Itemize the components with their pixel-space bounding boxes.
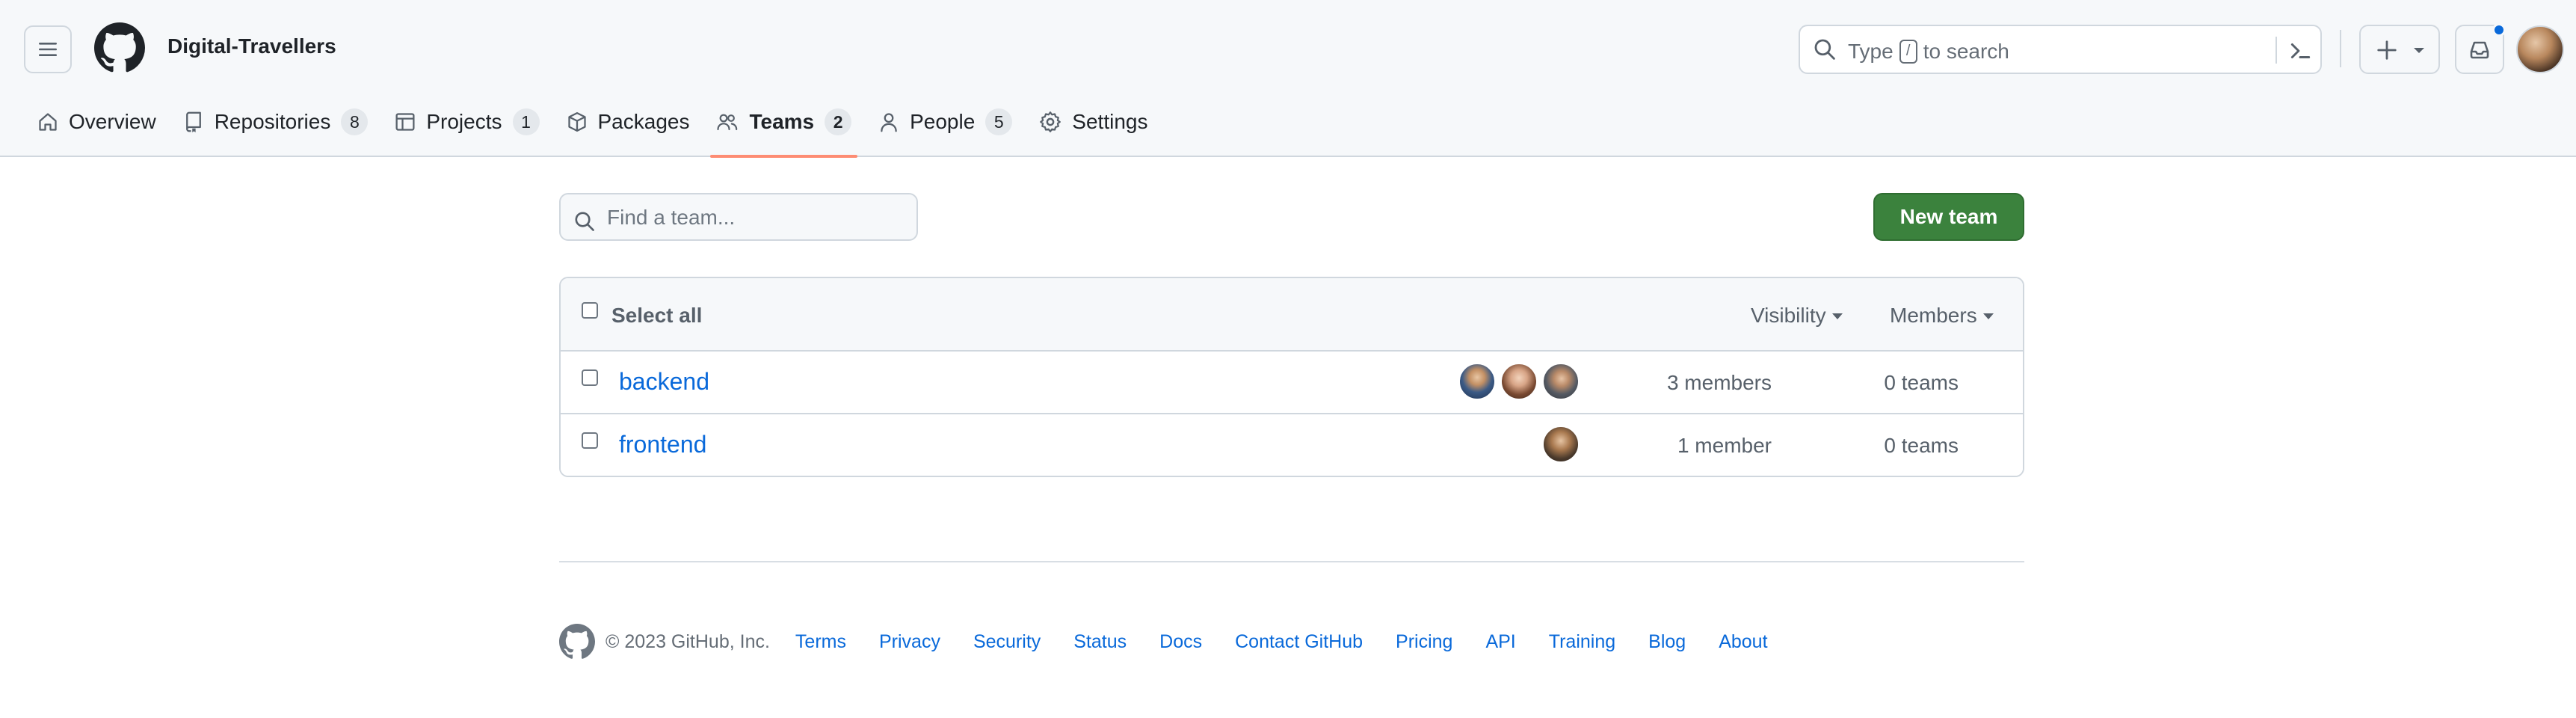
tab-label: People — [910, 110, 976, 133]
github-logo-icon[interactable] — [94, 22, 145, 73]
footer-link-security[interactable]: Security — [973, 631, 1041, 653]
footer: © 2023 GitHub, Inc. Terms Privacy Securi… — [559, 622, 1801, 661]
tab-label: Overview — [69, 110, 156, 133]
people-icon — [717, 114, 738, 131]
people-count-badge: 5 — [985, 108, 1013, 135]
chevron-down-icon — [1982, 313, 1994, 319]
tab-packages[interactable]: Packages — [556, 99, 700, 145]
find-team-input[interactable] — [607, 205, 906, 230]
footer-link-terms[interactable]: Terms — [795, 631, 846, 653]
footer-link-api[interactable]: API — [1485, 631, 1515, 653]
search-input[interactable]: Type / to search — [1799, 25, 2322, 74]
search-divider — [2275, 37, 2277, 64]
header-divider — [2340, 30, 2341, 67]
footer-link-training[interactable]: Training — [1549, 631, 1615, 653]
projects-count-badge: 1 — [512, 108, 540, 135]
row-checkbox[interactable] — [582, 432, 598, 449]
tab-label: Settings — [1072, 110, 1148, 133]
search-icon — [575, 212, 594, 231]
find-team-field[interactable] — [559, 193, 918, 241]
child-teams-count[interactable]: 0 teams — [1884, 434, 1959, 458]
repo-icon — [185, 111, 201, 132]
tab-settings[interactable]: Settings — [1029, 99, 1158, 145]
tab-repositories[interactable]: Repositories 8 — [173, 99, 379, 145]
table-row: backend 3 members 0 teams — [561, 352, 2023, 414]
footer-link-status[interactable]: Status — [1073, 631, 1127, 653]
visibility-filter[interactable]: Visibility — [1751, 304, 1843, 328]
plus-icon — [2377, 40, 2397, 60]
chevron-down-icon — [2414, 48, 2424, 53]
user-avatar[interactable] — [2516, 25, 2564, 73]
member-avatars — [1455, 362, 1580, 401]
gear-icon — [1040, 111, 1061, 132]
tab-overview[interactable]: Overview — [27, 99, 167, 145]
avatar[interactable] — [1458, 362, 1497, 401]
footer-link-pricing[interactable]: Pricing — [1396, 631, 1452, 653]
search-prefix: Type — [1848, 40, 1894, 63]
member-avatars — [1538, 425, 1580, 464]
search-icon — [1814, 39, 1835, 60]
tab-teams[interactable]: Teams 2 — [706, 99, 862, 158]
members-filter[interactable]: Members — [1890, 304, 1994, 328]
create-new-button[interactable] — [2359, 25, 2440, 74]
teams-table-header: Select all Visibility Members — [561, 278, 2023, 352]
org-nav-tabs: Overview Repositories 8 Projects 1 Packa… — [27, 99, 1164, 158]
select-all-checkbox[interactable] — [582, 302, 598, 319]
open-global-navigation-button[interactable] — [24, 25, 72, 73]
chevron-down-icon — [1831, 313, 1843, 319]
global-header: Digital-Travellers Type / to search Over… — [0, 0, 2576, 158]
members-count[interactable]: 3 members — [1667, 371, 1772, 395]
hamburger-icon — [39, 43, 57, 56]
tab-label: Projects — [426, 110, 502, 133]
team-link-backend[interactable]: backend — [619, 368, 709, 396]
inbox-icon — [2470, 41, 2489, 59]
notifications-button[interactable] — [2455, 23, 2506, 74]
members-count[interactable]: 1 member — [1677, 434, 1772, 458]
command-palette-icon[interactable] — [2287, 38, 2313, 64]
table-icon — [395, 113, 415, 131]
teams-table: Select all Visibility Members backend 3 … — [559, 277, 2024, 477]
home-icon — [39, 113, 57, 131]
table-row: frontend 1 member 0 teams — [561, 414, 2023, 476]
footer-link-about[interactable]: About — [1719, 631, 1767, 653]
select-all-label[interactable]: Select all — [611, 304, 702, 328]
members-filter-label: Members — [1890, 304, 1977, 327]
repositories-count-badge: 8 — [341, 108, 369, 135]
github-logo-icon[interactable] — [559, 624, 595, 660]
teams-count-badge: 2 — [825, 108, 852, 135]
search-suffix: to search — [1923, 40, 2009, 63]
tab-label: Teams — [749, 110, 815, 133]
search-shortcut-key: / — [1899, 40, 1917, 64]
org-name[interactable]: Digital-Travellers — [167, 34, 336, 58]
footer-divider — [559, 561, 2024, 562]
footer-link-privacy[interactable]: Privacy — [879, 631, 940, 653]
tab-projects[interactable]: Projects 1 — [384, 99, 549, 145]
new-team-button[interactable]: New team — [1873, 193, 2024, 241]
avatar[interactable] — [1500, 362, 1538, 401]
avatar[interactable] — [1541, 362, 1580, 401]
notification-indicator — [2492, 23, 2506, 37]
footer-link-contact[interactable]: Contact GitHub — [1235, 631, 1363, 653]
avatar[interactable] — [1541, 425, 1580, 464]
tab-label: Repositories — [214, 110, 331, 133]
footer-link-blog[interactable]: Blog — [1648, 631, 1686, 653]
package-icon — [567, 111, 586, 132]
tab-label: Packages — [597, 110, 690, 133]
row-checkbox[interactable] — [582, 369, 598, 386]
copyright-text: © 2023 GitHub, Inc. — [606, 630, 770, 652]
tab-people[interactable]: People 5 — [868, 99, 1023, 145]
team-link-frontend[interactable]: frontend — [619, 431, 706, 458]
visibility-filter-label: Visibility — [1751, 304, 1826, 327]
child-teams-count[interactable]: 0 teams — [1884, 371, 1959, 395]
person-icon — [881, 113, 897, 132]
footer-link-docs[interactable]: Docs — [1159, 631, 1202, 653]
